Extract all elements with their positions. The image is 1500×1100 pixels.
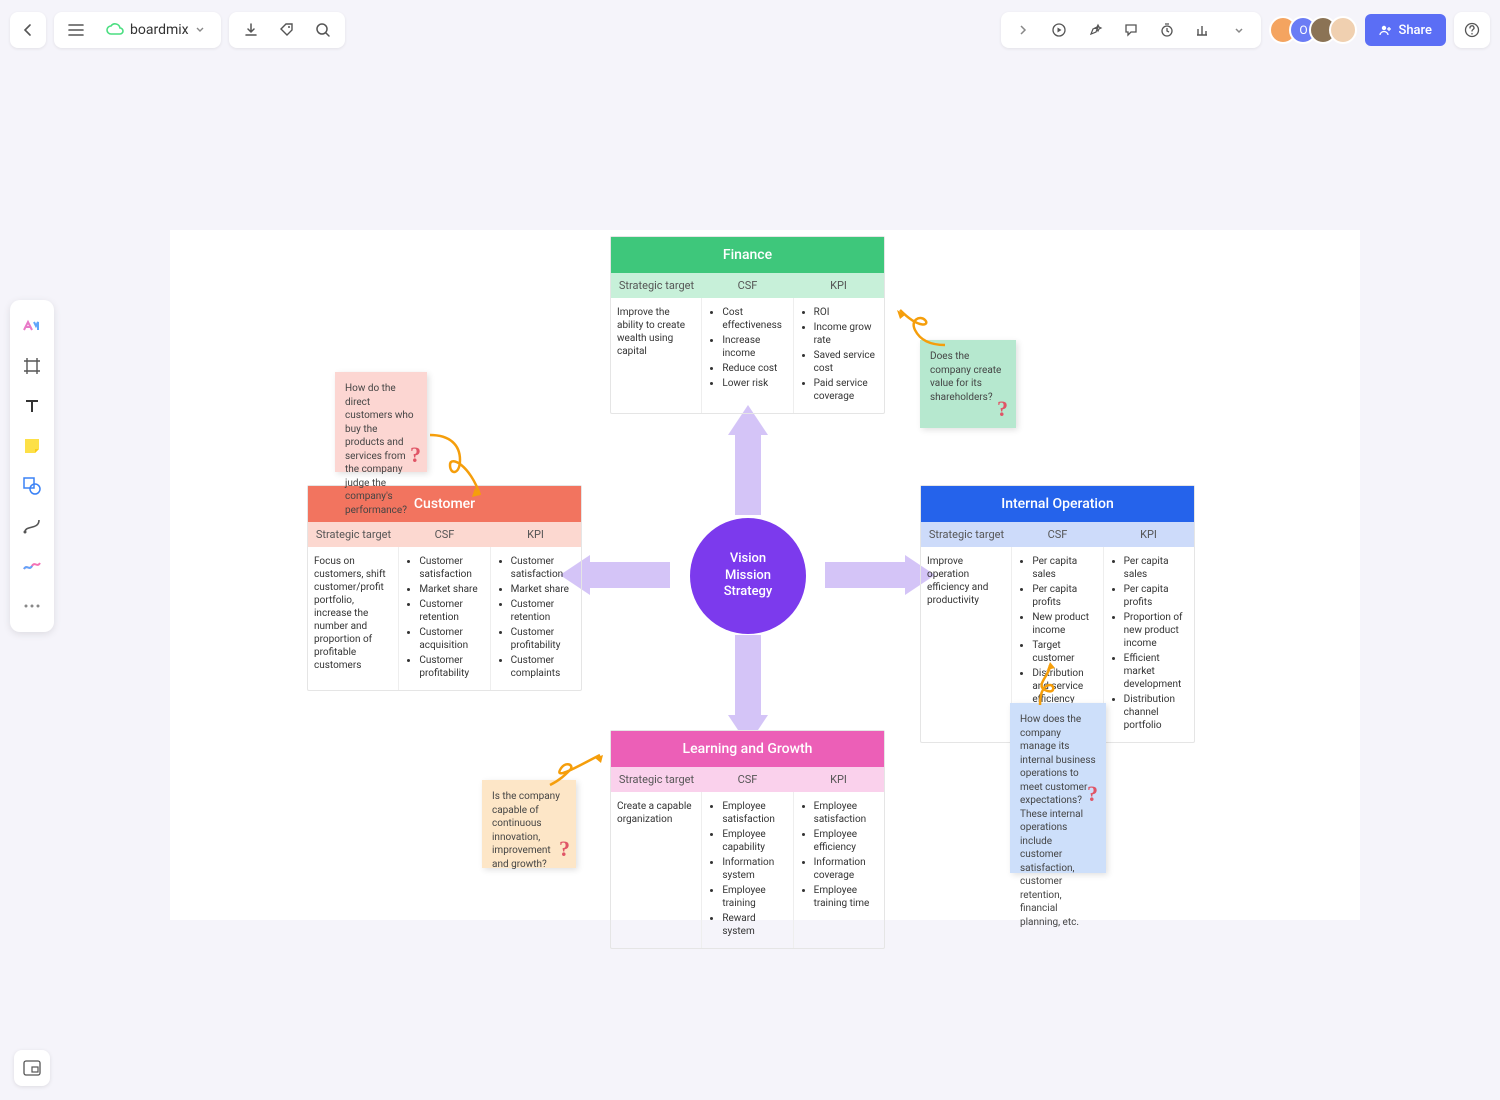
internal-target: Improve operation efficiency and product… [927,555,1005,607]
menu-button[interactable] [58,12,94,48]
help-button[interactable] [1454,12,1490,48]
curly-arrow [1025,660,1065,710]
center-line2: Mission [725,568,771,585]
learning-box[interactable]: Learning and Growth Strategic target CSF… [610,730,885,949]
question-icon: ? [559,834,570,864]
learning-target: Create a capable organization [617,800,695,826]
col-csf: CSF [702,767,793,792]
customer-csf: Customer satisfactionMarket shareCustome… [405,555,483,680]
center-vision-circle[interactable]: Vision Mission Strategy [690,518,806,634]
col-target: Strategic target [308,522,399,547]
center-line1: Vision [730,551,766,568]
note-finance[interactable]: Does the company create value for its sh… [920,340,1016,428]
pen-tool[interactable] [14,548,50,584]
internal-title: Internal Operation [921,486,1194,522]
col-kpi: KPI [793,273,884,298]
more-chevron-button[interactable] [1221,12,1257,48]
internal-kpi: Per capita salesPer capita profitsPropor… [1110,555,1188,732]
note-customer[interactable]: How do the direct customers who buy the … [335,372,427,472]
toolbar-right: O Share [1001,12,1490,48]
brand-group: boardmix [54,12,221,48]
share-button[interactable]: Share [1365,14,1446,46]
question-icon: ? [997,394,1008,424]
arrow-left [590,562,670,588]
col-kpi: KPI [793,767,884,792]
finance-target: Improve the ability to create wealth usi… [617,306,695,358]
finance-body: Improve the ability to create wealth usi… [611,298,884,413]
play-button[interactable] [1041,12,1077,48]
minimap-button[interactable] [14,1050,50,1086]
col-csf: CSF [399,522,490,547]
expand-button[interactable] [1005,12,1041,48]
sparkle-button[interactable] [1077,12,1113,48]
text-tool[interactable] [14,388,50,424]
col-target: Strategic target [611,273,702,298]
col-csf: CSF [1012,522,1103,547]
arrow-right [825,562,905,588]
question-icon: ? [1087,779,1098,809]
arrow-up [735,435,761,515]
customer-target: Focus on customers, shift customer/profi… [314,555,392,672]
note-learning-text: Is the company capable of continuous inn… [492,791,560,870]
finance-subheader: Strategic target CSF KPI [611,273,884,298]
curly-arrow [425,430,495,510]
avatar[interactable] [1329,16,1357,44]
share-label: Share [1398,23,1432,38]
col-target: Strategic target [921,522,1012,547]
tag-button[interactable] [269,12,305,48]
cloud-icon [106,23,124,37]
back-button[interactable] [10,12,46,48]
note-internal[interactable]: How does the company manage its internal… [1010,703,1106,873]
note-internal-text: How does the company manage its internal… [1020,714,1096,928]
col-csf: CSF [702,273,793,298]
chart-button[interactable] [1185,12,1221,48]
center-line3: Strategy [724,584,773,601]
learning-subheader: Strategic target CSF KPI [611,767,884,792]
col-kpi: KPI [490,522,581,547]
curly-arrow [545,750,615,790]
customer-subheader: Strategic target CSF KPI [308,522,581,547]
note-finance-text: Does the company create value for its sh… [930,351,1001,403]
right-tools [1001,12,1261,48]
toolbar-left: boardmix [10,12,345,48]
timer-button[interactable] [1149,12,1185,48]
more-tools[interactable] [14,588,50,624]
left-sidebar [10,300,54,632]
canvas[interactable]: Vision Mission Strategy Finance Strategi… [170,230,1360,920]
col-kpi: KPI [1103,522,1194,547]
chevron-down-icon [195,25,205,35]
col-target: Strategic target [611,767,702,792]
learning-body: Create a capable organization Employee s… [611,792,884,948]
action-group [229,12,345,48]
collaborator-avatars[interactable]: O [1269,16,1357,44]
customer-body: Focus on customers, shift customer/profi… [308,547,581,690]
customer-kpi: Customer satisfactionMarket shareCustome… [497,555,575,680]
finance-csf: Cost effectivenessIncrease incomeReduce … [708,306,786,390]
connector-tool[interactable] [14,508,50,544]
top-toolbar: boardmix O Share [10,10,1490,50]
ai-tool[interactable] [14,308,50,344]
curly-arrow [890,300,950,350]
finance-title: Finance [611,237,884,273]
shape-tool[interactable] [14,468,50,504]
download-button[interactable] [233,12,269,48]
question-icon: ? [410,440,421,470]
person-plus-icon [1379,24,1392,37]
learning-kpi: Employee satisfactionEmployee efficiency… [800,800,878,910]
learning-csf: Employee satisfactionEmployee capability… [708,800,786,938]
learning-title: Learning and Growth [611,731,884,767]
sticky-note-tool[interactable] [14,428,50,464]
frame-tool[interactable] [14,348,50,384]
arrow-down [735,635,761,715]
comment-button[interactable] [1113,12,1149,48]
search-button[interactable] [305,12,341,48]
app-name: boardmix [130,22,189,38]
note-learning[interactable]: Is the company capable of continuous inn… [482,780,576,868]
app-brand[interactable]: boardmix [94,22,217,38]
finance-box[interactable]: Finance Strategic target CSF KPI Improve… [610,236,885,414]
finance-kpi: ROIIncome grow rateSaved service costPai… [800,306,878,403]
internal-subheader: Strategic target CSF KPI [921,522,1194,547]
